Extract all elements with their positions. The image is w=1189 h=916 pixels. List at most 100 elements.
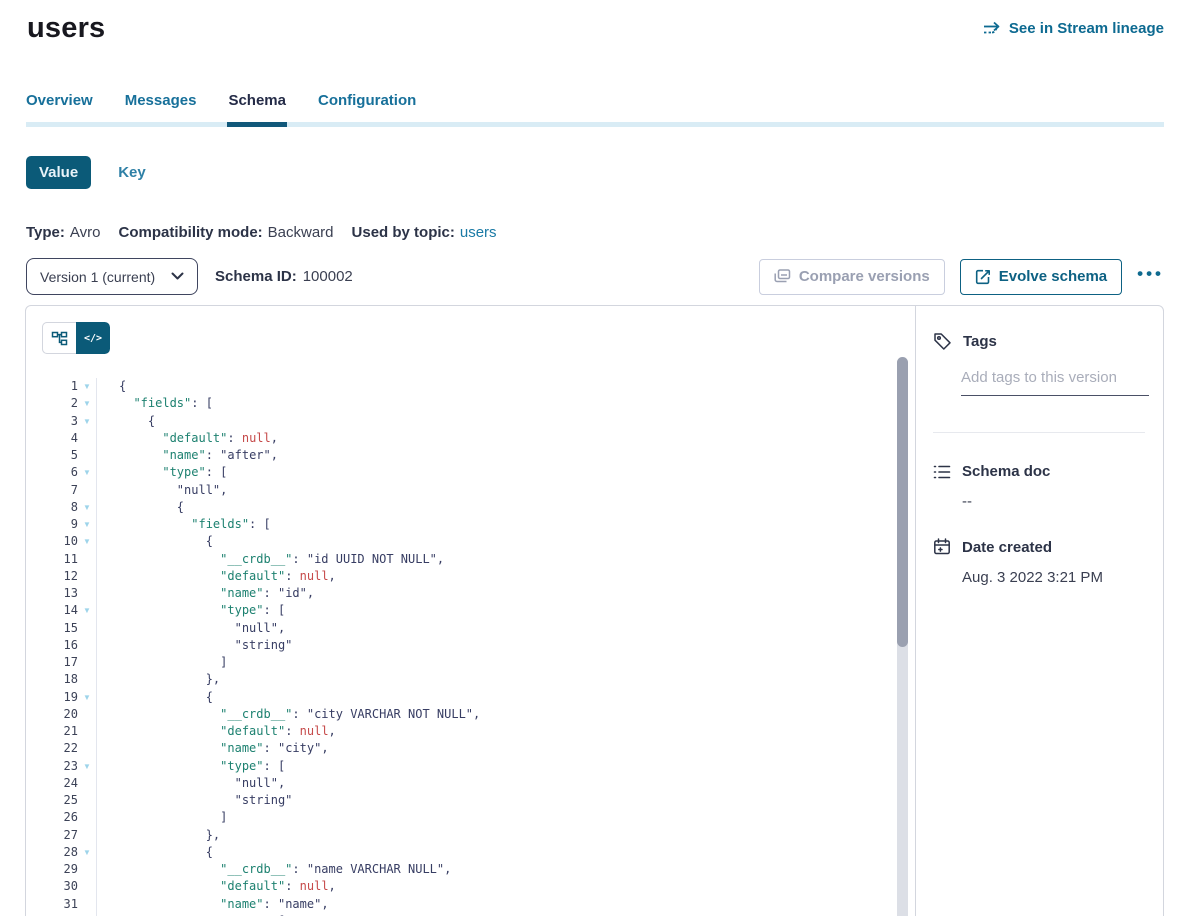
line-number: 4 [42, 430, 78, 447]
line-number: 14 [42, 602, 78, 619]
editor-scrollbar-track[interactable] [897, 357, 908, 916]
schema-code-editor[interactable]: </> 1▼{2▼ "fields": [3▼ {4 "default": nu… [26, 306, 915, 916]
fold-spacer [78, 620, 96, 637]
tab-overview[interactable]: Overview [26, 92, 93, 122]
code-line: 30 "default": null, [42, 878, 915, 895]
stream-lineage-link[interactable]: See in Stream lineage [983, 20, 1164, 37]
tree-view-button[interactable] [42, 322, 76, 354]
fold-spacer [78, 740, 96, 757]
line-number: 20 [42, 706, 78, 723]
fold-spacer [78, 706, 96, 723]
code-line: 1▼{ [42, 378, 915, 395]
line-number: 26 [42, 809, 78, 826]
fold-spacer [78, 551, 96, 568]
code-area: 1▼{2▼ "fields": [3▼ {4 "default": null,5… [42, 378, 915, 916]
code-line: 6▼ "type": [ [42, 464, 915, 481]
line-number: 30 [42, 878, 78, 895]
add-tags-input[interactable] [961, 369, 1149, 396]
fold-toggle-icon[interactable]: ▼ [78, 689, 96, 706]
code-text: }, [97, 827, 220, 844]
fold-spacer [78, 723, 96, 740]
page-header: users See in Stream lineage [0, 0, 1189, 45]
topic-link[interactable]: users [460, 224, 497, 241]
tab-messages[interactable]: Messages [125, 92, 197, 122]
page-title: users [27, 12, 105, 45]
code-text: }, [97, 671, 220, 688]
code-text: "null", [97, 620, 285, 637]
fold-toggle-icon[interactable]: ▼ [78, 602, 96, 619]
code-line: 8▼ { [42, 499, 915, 516]
calendar-plus-icon [933, 538, 951, 556]
code-line: 17 ] [42, 654, 915, 671]
evolve-schema-icon [975, 269, 991, 285]
version-select[interactable]: Version 1 (current) [26, 258, 198, 295]
fold-toggle-icon[interactable]: ▼ [78, 844, 96, 861]
compare-versions-button[interactable]: Compare versions [759, 259, 945, 295]
type-value: Avro [70, 224, 101, 241]
line-number: 16 [42, 637, 78, 654]
line-number: 2 [42, 395, 78, 412]
value-toggle-button[interactable]: Value [26, 156, 91, 189]
code-line: 15 "null", [42, 620, 915, 637]
fold-toggle-icon[interactable]: ▼ [78, 378, 96, 395]
code-text: ] [97, 809, 227, 826]
line-number: 29 [42, 861, 78, 878]
code-line: 19▼ { [42, 689, 915, 706]
line-number: 22 [42, 740, 78, 757]
fold-toggle-icon[interactable]: ▼ [78, 499, 96, 516]
tree-view-icon [51, 331, 68, 346]
fold-toggle-icon[interactable]: ▼ [78, 533, 96, 550]
line-number: 11 [42, 551, 78, 568]
key-toggle-button[interactable]: Key [118, 164, 146, 181]
code-text: "__crdb__": "id UUID NOT NULL", [97, 551, 444, 568]
code-line: 22 "name": "city", [42, 740, 915, 757]
type-label: Type: [26, 224, 65, 241]
code-text: { [97, 533, 213, 550]
code-text: "default": null, [97, 878, 336, 895]
code-line: 9▼ "fields": [ [42, 516, 915, 533]
code-text: "null", [97, 775, 285, 792]
editor-scrollbar-thumb[interactable] [897, 357, 908, 647]
code-line: 25 "string" [42, 792, 915, 809]
code-text: "name": "city", [97, 740, 329, 757]
line-number: 23 [42, 758, 78, 775]
code-text: { [97, 378, 126, 395]
code-text: { [97, 689, 213, 706]
compare-versions-label: Compare versions [799, 268, 930, 285]
code-text: { [97, 844, 213, 861]
fold-toggle-icon[interactable]: ▼ [78, 464, 96, 481]
evolve-schema-button[interactable]: Evolve schema [960, 259, 1122, 295]
code-line: 3▼ { [42, 413, 915, 430]
schema-meta-row: Type: Avro Compatibility mode: Backward … [26, 224, 1189, 241]
fold-spacer [78, 447, 96, 464]
fold-spacer [78, 430, 96, 447]
fold-toggle-icon[interactable]: ▼ [78, 516, 96, 533]
tab-schema[interactable]: Schema [228, 92, 286, 122]
topic-tabs: Overview Messages Schema Configuration [26, 92, 1164, 127]
tab-configuration[interactable]: Configuration [318, 92, 416, 122]
line-number: 8 [42, 499, 78, 516]
line-number: 24 [42, 775, 78, 792]
code-text: "string" [97, 792, 292, 809]
stream-lineage-label: See in Stream lineage [1009, 20, 1164, 37]
schema-doc-section-header: Schema doc [933, 463, 1145, 480]
schema-sidebar: Tags Schema doc -- [915, 306, 1163, 916]
code-line: 26 ] [42, 809, 915, 826]
code-text: "default": null, [97, 430, 278, 447]
line-number: 1 [42, 378, 78, 395]
fold-toggle-icon[interactable]: ▼ [78, 758, 96, 775]
tags-section-header: Tags [933, 332, 1145, 351]
evolve-schema-label: Evolve schema [999, 268, 1107, 285]
fold-toggle-icon[interactable]: ▼ [78, 395, 96, 412]
chevron-down-icon [171, 272, 184, 281]
line-number: 12 [42, 568, 78, 585]
fold-spacer [78, 482, 96, 499]
fold-toggle-icon[interactable]: ▼ [78, 413, 96, 430]
code-text: "default": null, [97, 723, 336, 740]
code-view-button[interactable]: </> [76, 322, 110, 354]
code-text: "__crdb__": "city VARCHAR NOT NULL", [97, 706, 480, 723]
compare-versions-icon [774, 269, 791, 284]
code-line: 28▼ { [42, 844, 915, 861]
schema-id-label: Schema ID: [215, 268, 297, 285]
more-options-button[interactable]: ••• [1137, 264, 1164, 290]
